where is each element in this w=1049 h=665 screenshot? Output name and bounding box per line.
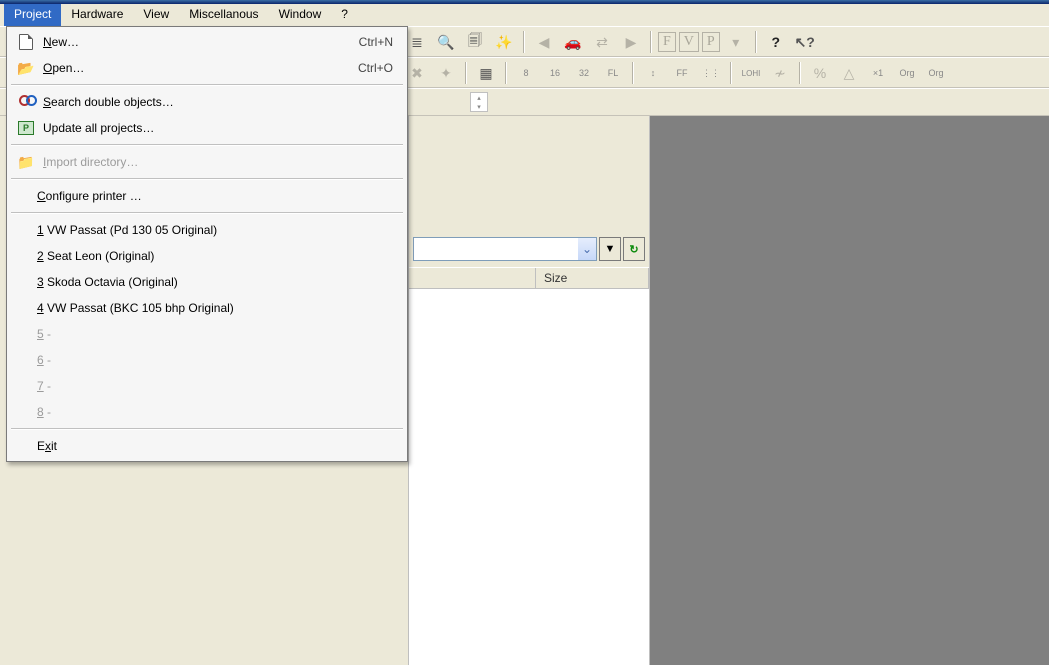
toolbar-separator — [755, 31, 757, 53]
menu-bar: Project Hardware View Miscellanous Windo… — [0, 4, 1049, 27]
v-mode-button[interactable]: V — [679, 32, 699, 52]
menu-item-new[interactable]: New… Ctrl+N — [9, 29, 405, 55]
sparkle-icon[interactable]: ✨ — [491, 29, 517, 55]
menu-label: 6 - — [15, 353, 393, 367]
toolbar-separator — [730, 62, 732, 84]
menubar-item-hardware[interactable]: Hardware — [61, 4, 133, 26]
bits-16-icon[interactable]: 16 — [542, 60, 568, 86]
menubar-item-misc[interactable]: Miscellanous — [179, 4, 268, 26]
menubar-item-project[interactable]: Project — [4, 4, 61, 26]
dropdown-button[interactable]: ▼ — [599, 237, 621, 261]
toolbar-separator — [465, 62, 467, 84]
menu-label: 1 VW Passat (Pd 130 05 Original) — [15, 223, 393, 237]
menu-separator — [11, 144, 403, 146]
grid-icon[interactable]: ▦ — [473, 60, 499, 86]
menu-shortcut: Ctrl+O — [358, 61, 393, 75]
toolbar-separator — [632, 62, 634, 84]
menu-label: 7 - — [15, 379, 393, 393]
menu-label: 5 - — [15, 327, 393, 341]
menu-label: 4 VW Passat (BKC 105 bhp Original) — [15, 301, 393, 315]
combo-row: ⌄ ▼ ↻ — [409, 116, 649, 267]
menu-label: Import directory… — [43, 155, 393, 169]
column-size[interactable]: Size — [536, 268, 649, 288]
dots-icon[interactable]: ⋮⋮ — [698, 60, 724, 86]
p-mode-button[interactable]: P — [702, 32, 720, 52]
menu-label: Update all projects… — [43, 121, 393, 135]
menubar-item-view[interactable]: View — [133, 4, 179, 26]
import-folder-icon: 📁 — [15, 153, 37, 171]
menu-item-configure-printer[interactable]: Configure printer … — [9, 183, 405, 209]
vehicle-icon[interactable]: 🚗 — [560, 29, 586, 55]
menu-item-recent-1[interactable]: 1 VW Passat (Pd 130 05 Original) — [9, 217, 405, 243]
toolbar-separator — [799, 62, 801, 84]
bits-fl-icon[interactable]: FL — [600, 60, 626, 86]
search-doubles-icon — [15, 93, 37, 111]
toolbar-separator — [505, 62, 507, 84]
help-icon[interactable]: ? — [763, 29, 789, 55]
menu-item-recent-5: 5 - — [9, 321, 405, 347]
org2-icon[interactable]: Org — [923, 60, 949, 86]
menu-label: 2 Seat Leon (Original) — [15, 249, 393, 263]
bits-8-icon[interactable]: 8 — [513, 60, 539, 86]
column-name[interactable] — [409, 268, 536, 288]
menu-shortcut: Ctrl+N — [359, 35, 393, 49]
menu-label: Open… — [43, 61, 358, 75]
menu-item-recent-8: 8 - — [9, 399, 405, 425]
menu-label: 3 Skoda Octavia (Original) — [15, 275, 393, 289]
percent-icon[interactable]: % — [807, 60, 833, 86]
menu-separator — [11, 178, 403, 180]
menu-item-search-doubles[interactable]: Search double objects… — [9, 89, 405, 115]
chevron-down-icon[interactable]: ▾ — [723, 29, 749, 55]
open-folder-icon: 📂 — [15, 59, 37, 77]
menu-item-exit[interactable]: Exit — [9, 433, 405, 459]
menu-separator — [11, 428, 403, 430]
ff-icon[interactable]: FF — [669, 60, 695, 86]
toolbar-separator — [523, 31, 525, 53]
menu-item-update-all[interactable]: P Update all projects… — [9, 115, 405, 141]
swap-icon[interactable]: ⇄ — [589, 29, 615, 55]
menu-item-recent-6: 6 - — [9, 347, 405, 373]
menu-item-import-dir: 📁 Import directory… — [9, 149, 405, 175]
project-menu: New… Ctrl+N 📂 Open… Ctrl+O Search double… — [6, 26, 408, 462]
menu-label: Exit — [15, 439, 393, 453]
menubar-item-help[interactable]: ? — [331, 4, 358, 26]
menubar-item-window[interactable]: Window — [269, 4, 332, 26]
menu-label: New… — [43, 35, 359, 49]
column-header: Size — [409, 267, 649, 289]
menu-item-recent-7: 7 - — [9, 373, 405, 399]
magnify-page-icon[interactable]: 🔍 — [433, 29, 459, 55]
menu-item-recent-2[interactable]: 2 Seat Leon (Original) — [9, 243, 405, 269]
menu-item-recent-4[interactable]: 4 VW Passat (BKC 105 bhp Original) — [9, 295, 405, 321]
menu-label: 8 - — [15, 405, 393, 419]
new-file-icon — [15, 33, 37, 51]
spin-control[interactable]: ▴▾ — [470, 92, 488, 112]
toolbar-separator — [650, 31, 652, 53]
menu-item-open[interactable]: 📂 Open… Ctrl+O — [9, 55, 405, 81]
mdi-area — [650, 116, 1049, 665]
whatsthis-icon[interactable]: ↖? — [792, 29, 818, 55]
bits-32-icon[interactable]: 32 — [571, 60, 597, 86]
menu-label: Search double objects… — [43, 95, 393, 109]
wave-icon[interactable]: ≁ — [767, 60, 793, 86]
f-mode-button[interactable]: F — [658, 32, 676, 52]
file-list[interactable] — [409, 289, 649, 665]
times1-icon[interactable]: ×1 — [865, 60, 891, 86]
next-icon[interactable]: ▶ — [618, 29, 644, 55]
list-panel: ⌄ ▼ ↻ Size — [408, 116, 650, 665]
path-combobox[interactable]: ⌄ — [413, 237, 597, 261]
menu-item-recent-3[interactable]: 3 Skoda Octavia (Original) — [9, 269, 405, 295]
menu-label: Configure printer … — [15, 189, 393, 203]
pages-icon[interactable]: 🗐 — [462, 29, 488, 55]
wand-icon[interactable]: ✦ — [433, 60, 459, 86]
updown-icon[interactable]: ↕ — [640, 60, 666, 86]
prev-icon[interactable]: ◀ — [531, 29, 557, 55]
delta-icon[interactable]: △ — [836, 60, 862, 86]
org-icon[interactable]: Org — [894, 60, 920, 86]
update-projects-icon: P — [15, 119, 37, 137]
refresh-button[interactable]: ↻ — [623, 237, 645, 261]
menu-separator — [11, 212, 403, 214]
lohi-icon[interactable]: LOHI — [738, 60, 764, 86]
menu-separator — [11, 84, 403, 86]
chevron-down-icon: ⌄ — [578, 238, 596, 260]
